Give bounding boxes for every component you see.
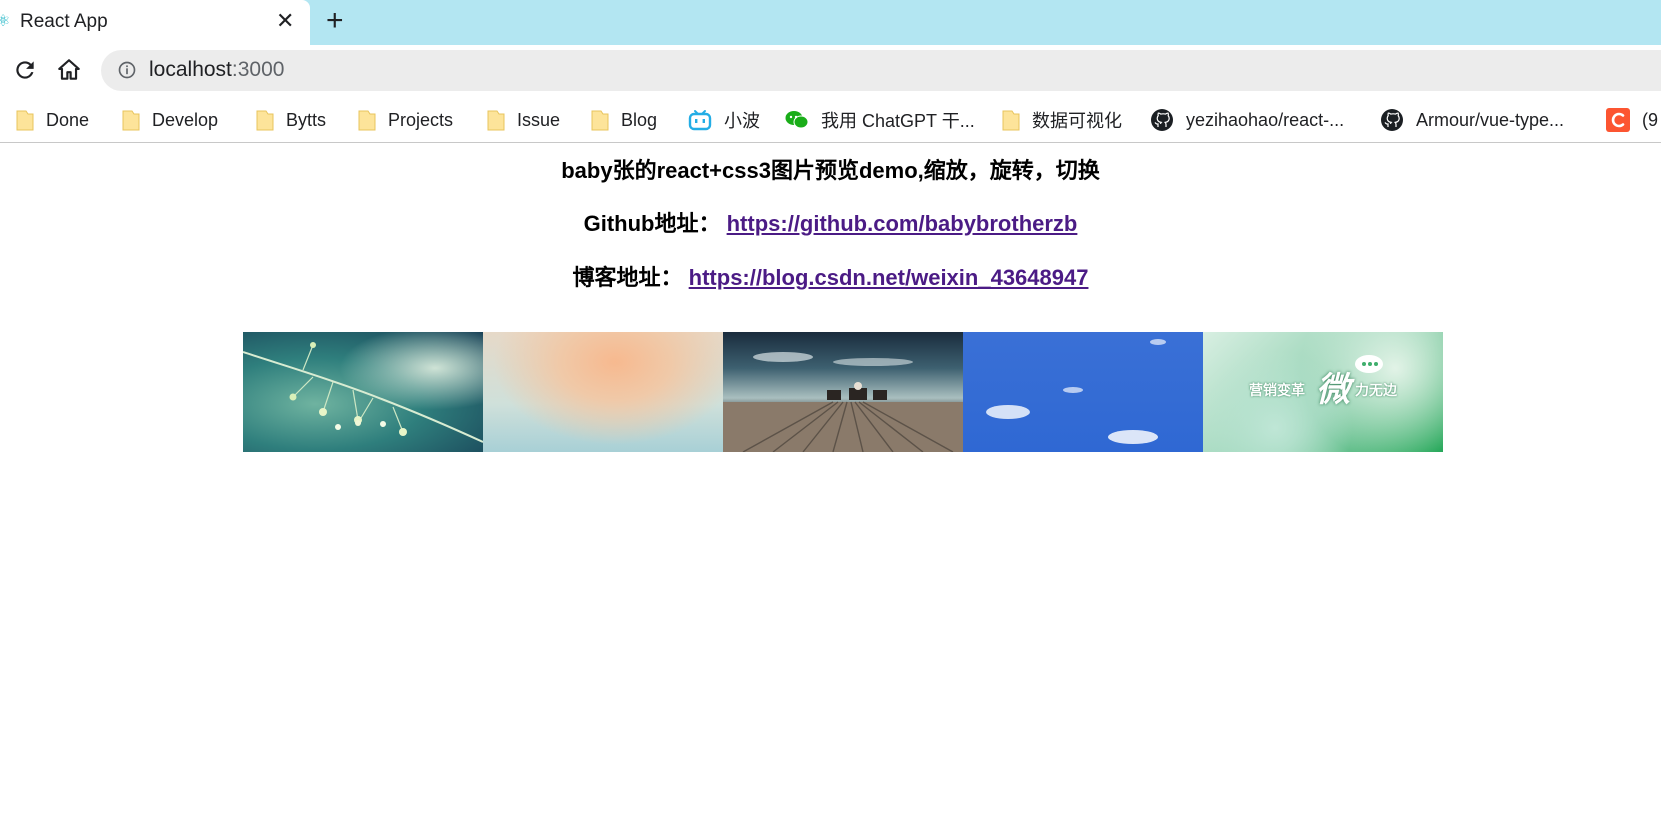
bookmark-csdn[interactable]: (9 <box>1606 107 1658 133</box>
github-line: Github地址： https://github.com/babybrother… <box>0 206 1661 238</box>
url-port: :3000 <box>231 58 285 81</box>
folder-icon <box>358 110 376 131</box>
folder-icon <box>591 110 609 131</box>
marketing-caption-right: 力无边 <box>1355 382 1397 398</box>
bookmark-github-react[interactable]: yezihaohao/react-... <box>1150 107 1344 133</box>
bookmark-label: 我用 ChatGPT 干... <box>821 111 975 131</box>
address-text[interactable]: localhost:3000 <box>149 58 284 82</box>
bookmark-label: 小波 <box>724 111 760 131</box>
plant-stems-graphic <box>243 342 483 443</box>
marketing-caption-big: 微 <box>1316 371 1350 409</box>
bookmark-label: Done <box>46 109 90 130</box>
marketing-caption-left: 营销变革 <box>1249 382 1305 398</box>
tab-react-app[interactable]: ⚛ React App ✕ <box>0 0 310 45</box>
bookmark-label: Armour/vue-type... <box>1416 109 1565 130</box>
wechat-marketing-thumbnail[interactable]: 营销变革 微 力无边 <box>1203 332 1443 452</box>
deck-graphic <box>723 352 963 452</box>
bookmark-label: Blog <box>621 109 658 130</box>
deck-chairs-sea-thumbnail[interactable] <box>723 332 963 452</box>
bookmark-issue[interactable]: Issue <box>487 107 560 133</box>
blog-line: 博客地址： https://blog.csdn.net/weixin_43648… <box>0 260 1661 292</box>
blog-label: 博客地址： <box>572 265 683 290</box>
bookmark-label: 数据可视化 <box>1032 111 1122 131</box>
clouds-graphic <box>986 339 1166 444</box>
bookmark-label: Issue <box>517 109 561 130</box>
bookmark-label: (9 <box>1642 109 1659 130</box>
blue-sky-clouds-thumbnail[interactable] <box>963 332 1203 452</box>
reload-icon[interactable] <box>12 57 38 83</box>
bookmark-done[interactable]: Done <box>16 107 89 133</box>
page-title: baby张的react+css3图片预览demo,缩放，旋转，切换 <box>561 158 1100 183</box>
bookmark-label: Develop <box>152 109 219 130</box>
plus-icon[interactable]: + <box>326 4 344 38</box>
bookmark-label: yezihaohao/react-... <box>1186 109 1345 130</box>
folder-icon <box>487 110 505 131</box>
page-content: baby张的react+css3图片预览demo,缩放，旋转，切换 Github… <box>0 143 1661 828</box>
csdn-icon <box>1606 108 1630 132</box>
speech-bubble-icon <box>1355 355 1383 373</box>
tab-strip: ⚛ React App ✕ + <box>0 0 1661 45</box>
bilibili-icon <box>688 110 712 131</box>
bookmark-xiaobo[interactable]: 小波 <box>688 107 760 133</box>
bookmark-github-vue[interactable]: Armour/vue-type... <box>1380 107 1564 133</box>
url-host: localhost <box>149 58 232 81</box>
bookmark-data-visualization[interactable]: 数据可视化 <box>1002 107 1122 133</box>
github-label: Github地址： <box>583 211 721 236</box>
folder-icon <box>122 110 140 131</box>
bookmark-chatgpt-article[interactable]: 我用 ChatGPT 干... <box>785 107 975 133</box>
bookmark-develop[interactable]: Develop <box>122 107 218 133</box>
tab-title: React App <box>20 11 108 32</box>
folder-icon <box>16 110 34 131</box>
info-icon[interactable] <box>117 60 137 80</box>
bookmarks-bar: Done Develop Bytts Projects Issue Blog 小… <box>0 96 1661 143</box>
address-bar[interactable]: localhost:3000 <box>101 50 1661 91</box>
close-icon[interactable]: ✕ <box>276 8 294 34</box>
bookmark-blog[interactable]: Blog <box>591 107 657 133</box>
blog-link[interactable]: https://blog.csdn.net/weixin_43648947 <box>689 265 1089 290</box>
bookmark-label: Bytts <box>286 109 327 130</box>
image-gallery: 营销变革 微 力无边 <box>243 332 1443 452</box>
pastel-gradient-thumbnail[interactable] <box>483 332 723 452</box>
github-link[interactable]: https://github.com/babybrotherzb <box>727 211 1078 236</box>
bookmark-projects[interactable]: Projects <box>358 107 453 133</box>
bookmark-label: Projects <box>388 109 454 130</box>
browser-toolbar: localhost:3000 <box>0 45 1661 96</box>
wechat-icon <box>785 111 809 129</box>
bookmark-bytts[interactable]: Bytts <box>256 107 326 133</box>
react-logo-icon: ⚛ <box>0 13 11 30</box>
home-icon[interactable] <box>56 57 82 83</box>
green-plant-thumbnail[interactable] <box>243 332 483 452</box>
folder-icon <box>256 110 274 131</box>
github-icon <box>1381 109 1403 131</box>
github-icon <box>1151 109 1173 131</box>
folder-icon <box>1002 110 1020 131</box>
